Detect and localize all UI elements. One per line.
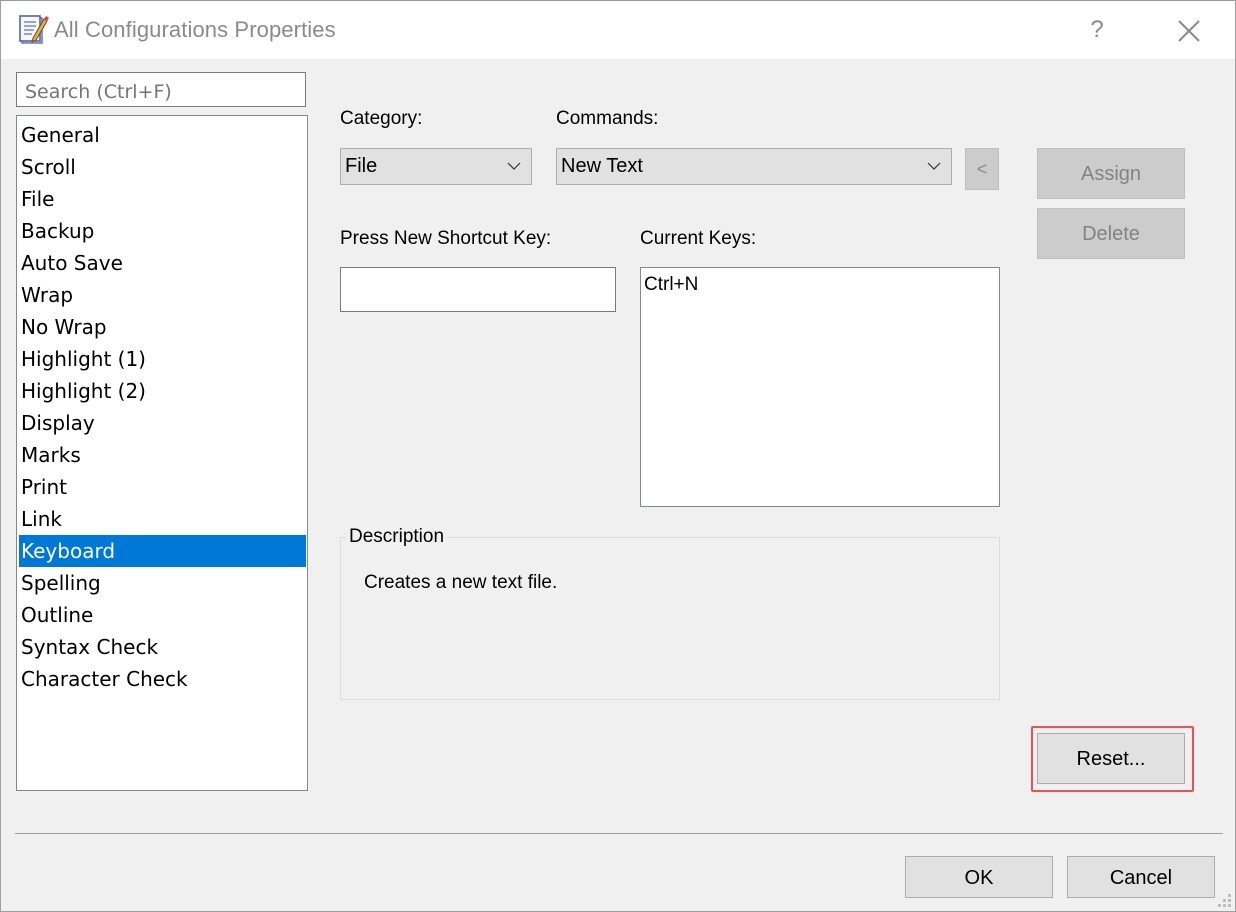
current-keys-list[interactable]: Ctrl+N (640, 267, 1000, 507)
category-item-no-wrap[interactable]: No Wrap (19, 311, 306, 343)
category-list[interactable]: General Scroll File Backup Auto Save Wrap No W… (16, 115, 308, 791)
new-shortcut-input[interactable] (340, 267, 616, 312)
category-item-scroll[interactable]: Scroll (19, 151, 306, 183)
cancel-button[interactable]: Cancel (1067, 856, 1215, 898)
current-keys-label: Current Keys: (640, 228, 757, 249)
footer-separator (15, 833, 1223, 834)
category-item-outline[interactable]: Outline (19, 599, 306, 631)
search-input[interactable] (16, 72, 306, 107)
ok-button[interactable]: OK (905, 856, 1053, 898)
notepad-pencil-icon (19, 15, 49, 44)
help-button[interactable]: ? (1079, 11, 1115, 49)
properties-dialog: All Configurations Properties ? GeneralS… (0, 0, 1236, 912)
category-item-backup[interactable]: Backup (19, 215, 306, 247)
description-text: Creates a new text file. (364, 572, 558, 593)
category-item-display[interactable]: Display (19, 407, 306, 439)
close-icon[interactable] (1171, 13, 1207, 49)
category-item-link[interactable]: Link (19, 503, 306, 535)
category-item-highlight-2[interactable]: Highlight (2) (19, 375, 306, 407)
window-title: All Configurations Properties (54, 17, 336, 42)
chevron-left-icon: < (976, 159, 988, 179)
reset-button[interactable]: Reset... (1037, 733, 1185, 784)
title-bar: All Configurations Properties ? (1, 1, 1235, 59)
delete-button[interactable]: Delete (1037, 208, 1185, 259)
resize-grip-icon[interactable] (1215, 891, 1233, 909)
assign-button[interactable]: Assign (1037, 148, 1185, 199)
commands-label: Commands: (556, 108, 659, 129)
category-dropdown[interactable]: File (340, 148, 532, 185)
commands-dropdown[interactable]: New Text (556, 148, 952, 185)
description-title: Description (346, 526, 448, 548)
chevron-down-icon (507, 162, 521, 170)
category-item-marks[interactable]: Marks (19, 439, 306, 471)
category-item-syntax-check[interactable]: Syntax Check (19, 631, 306, 663)
description-group (340, 537, 1000, 700)
category-item-general[interactable]: General (19, 119, 306, 151)
category-item-auto-save[interactable]: Auto Save (19, 247, 306, 279)
category-label: Category: (340, 108, 423, 129)
category-dropdown-value: File (345, 155, 378, 177)
category-item-print[interactable]: Print (19, 471, 306, 503)
commands-dropdown-value: New Text (561, 155, 643, 177)
current-key-item[interactable]: Ctrl+N (644, 274, 698, 296)
category-item-character-check[interactable]: Character Check (19, 663, 306, 695)
chevron-down-icon (927, 162, 941, 170)
previous-command-button[interactable]: < (965, 148, 999, 190)
question-mark-icon: ? (1090, 16, 1104, 43)
category-item-wrap[interactable]: Wrap (19, 279, 306, 311)
category-item-keyboard[interactable]: Keyboard (19, 535, 306, 567)
new-shortcut-label: Press New Shortcut Key: (340, 228, 552, 249)
category-item-highlight-1[interactable]: Highlight (1) (19, 343, 306, 375)
category-item-spelling[interactable]: Spelling (19, 567, 306, 599)
category-item-file[interactable]: File (19, 183, 306, 215)
